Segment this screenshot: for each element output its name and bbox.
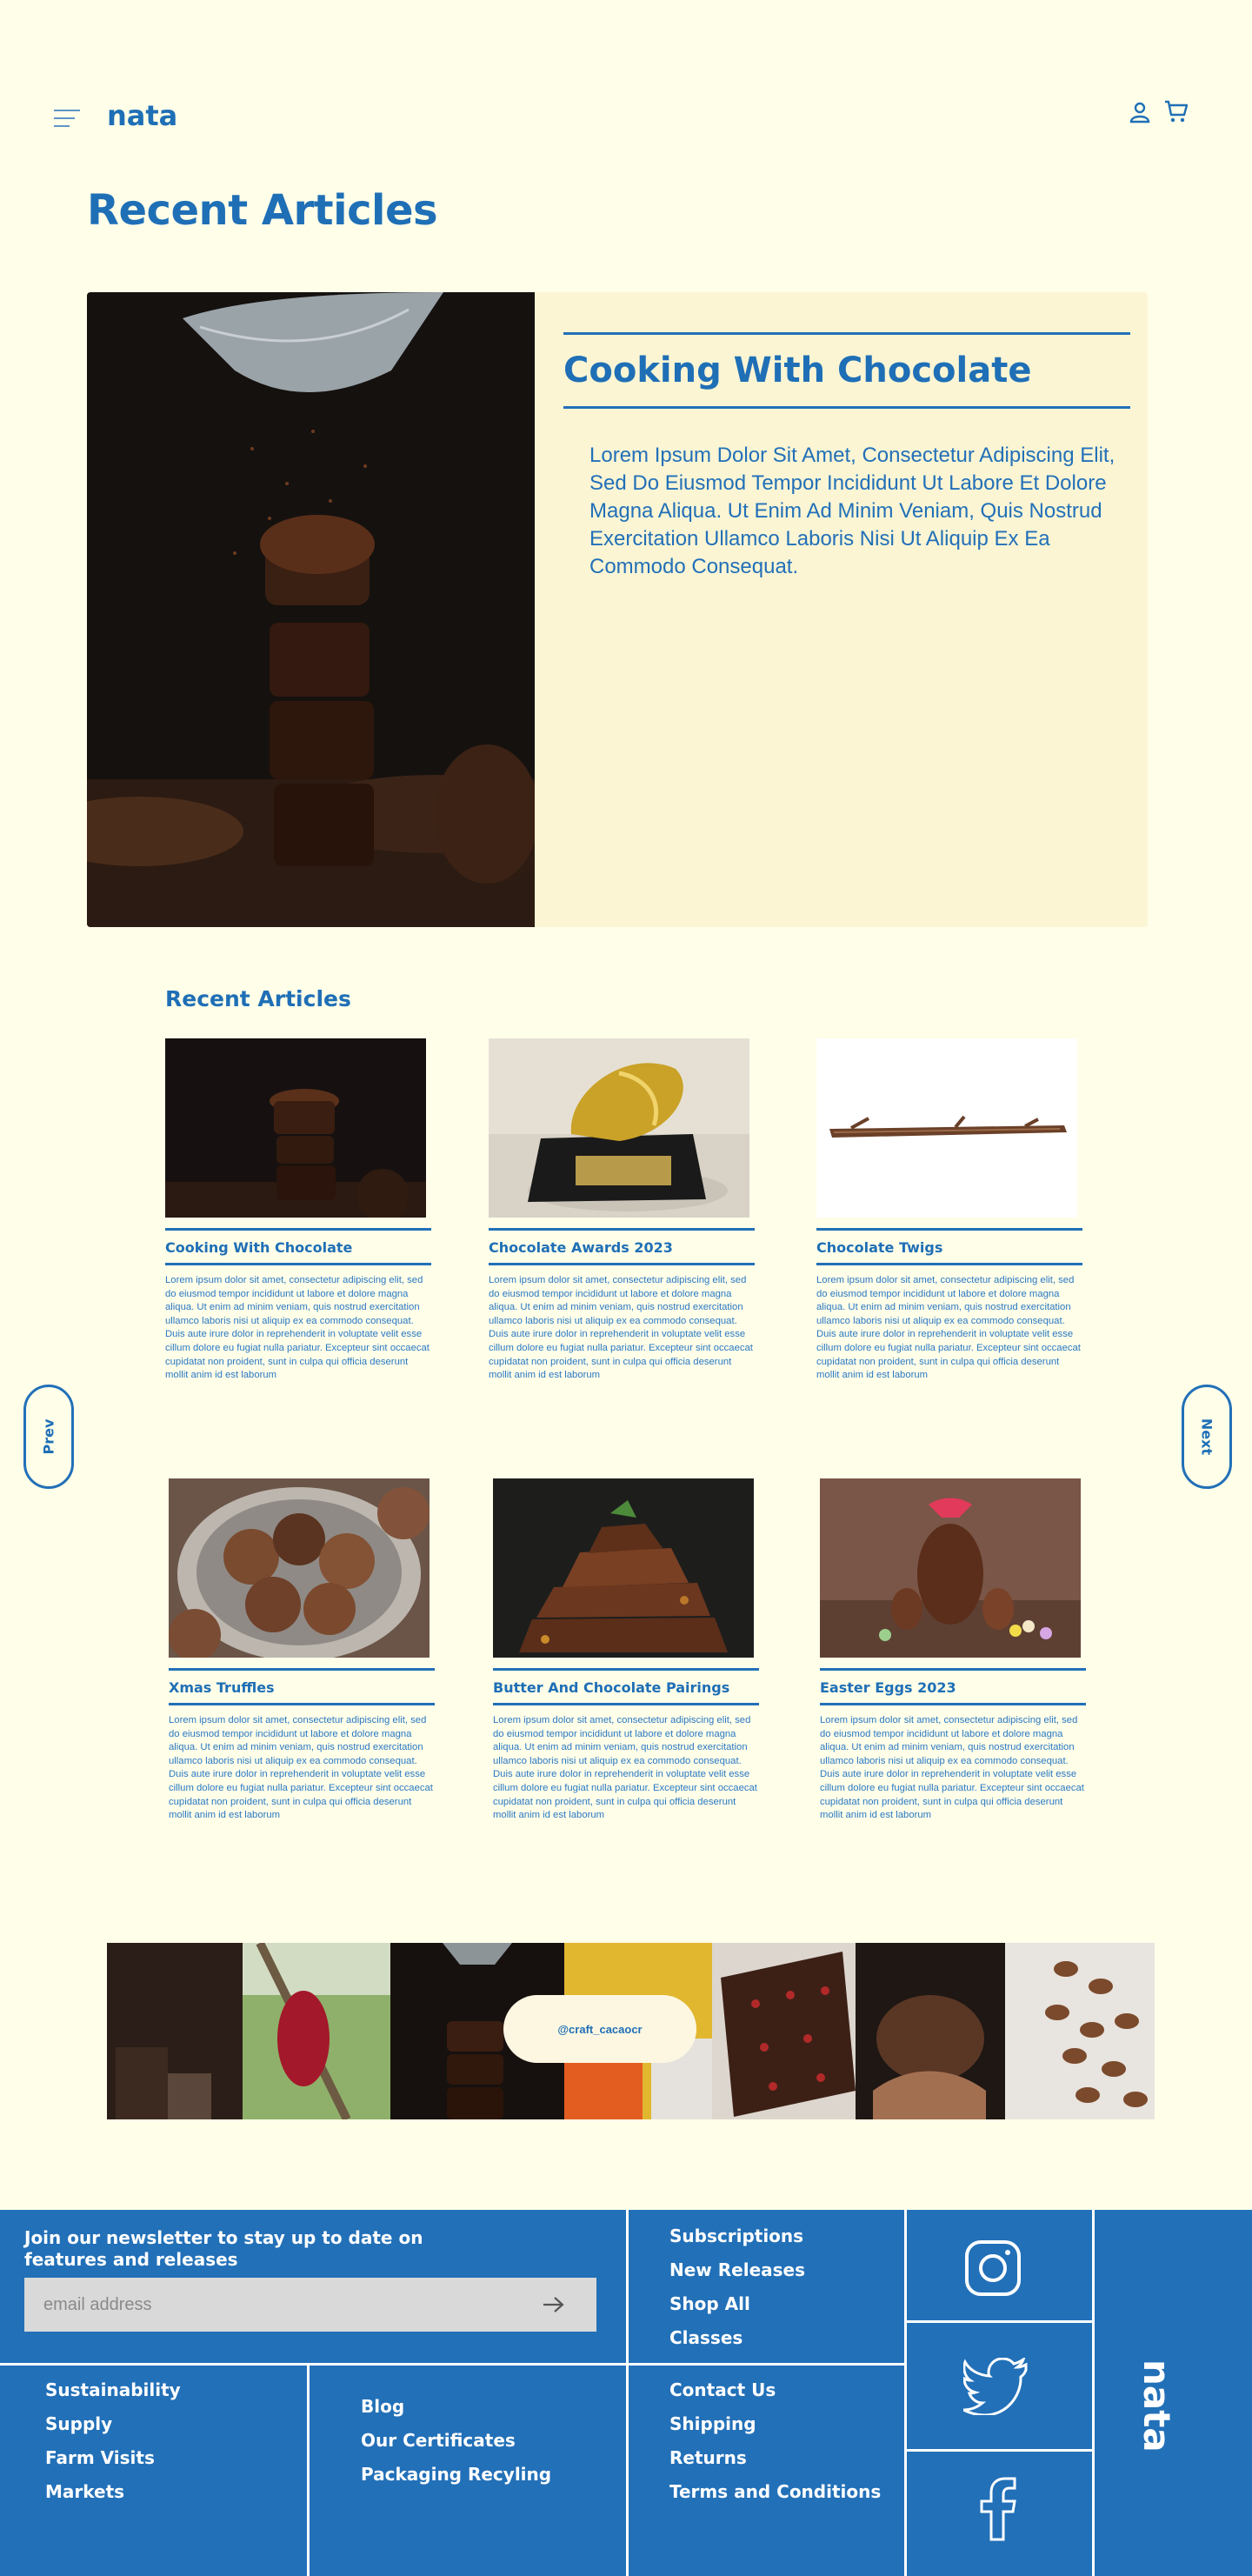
footer-link-shipping[interactable]: Shipping bbox=[669, 2413, 881, 2447]
divider bbox=[904, 2210, 907, 2576]
footer-link-new-releases[interactable]: New Releases bbox=[669, 2259, 805, 2293]
article-card-title[interactable]: Chocolate Twigs bbox=[816, 1231, 1084, 1263]
article-card[interactable]: Easter Eggs 2023 Lorem ipsum dolor sit a… bbox=[820, 1478, 1088, 1823]
menu-icon[interactable] bbox=[54, 110, 80, 129]
footer-link-contact[interactable]: Contact Us bbox=[669, 2379, 881, 2413]
footer-links-support: Contact Us Shipping Returns Terms and Co… bbox=[669, 2379, 881, 2515]
footer-links-info: Blog Our Certificates Packaging Recyling bbox=[361, 2396, 551, 2498]
divider bbox=[816, 1263, 1082, 1265]
article-card-image bbox=[820, 1478, 1081, 1658]
article-card-title[interactable]: Butter And Chocolate Pairings bbox=[493, 1671, 761, 1703]
featured-article-content: Cooking With Chocolate Lorem Ipsum Dolor… bbox=[563, 332, 1130, 581]
article-card[interactable]: Xmas Truffles Lorem ipsum dolor sit amet… bbox=[169, 1478, 436, 1823]
article-card[interactable]: Cooking With Chocolate Lorem ipsum dolor… bbox=[165, 1038, 433, 1383]
divider bbox=[165, 1263, 431, 1265]
article-card-excerpt: Lorem ipsum dolor sit amet, consectetur … bbox=[820, 1715, 1084, 1821]
featured-article[interactable]: Cooking With Chocolate Lorem Ipsum Dolor… bbox=[87, 292, 1148, 927]
divider bbox=[626, 2210, 629, 2576]
footer-links-about: Sustainability Supply Farm Visits Market… bbox=[45, 2379, 181, 2515]
article-card-title[interactable]: Chocolate Awards 2023 bbox=[489, 1231, 756, 1263]
site-footer: Join our newsletter to stay up to date o… bbox=[0, 2210, 1252, 2576]
site-header: nata bbox=[0, 0, 1252, 174]
footer-link-subscriptions[interactable]: Subscriptions bbox=[669, 2226, 805, 2259]
article-card-excerpt: Lorem ipsum dolor sit amet, consectetur … bbox=[489, 1275, 753, 1381]
divider bbox=[1092, 2210, 1095, 2576]
featured-article-title[interactable]: Cooking With Chocolate bbox=[563, 335, 1130, 406]
divider bbox=[563, 406, 1130, 409]
instagram-photo[interactable] bbox=[107, 1943, 243, 2119]
footer-link-farm-visits[interactable]: Farm Visits bbox=[45, 2447, 181, 2481]
article-card-title[interactable]: Cooking With Chocolate bbox=[165, 1231, 433, 1263]
instagram-photo[interactable] bbox=[712, 1943, 856, 2119]
prev-button[interactable]: Prev bbox=[23, 1385, 74, 1489]
instagram-photo[interactable] bbox=[856, 1943, 1005, 2119]
article-card-excerpt: Lorem ipsum dolor sit amet, consectetur … bbox=[165, 1275, 430, 1381]
divider bbox=[907, 2320, 1092, 2323]
divider bbox=[493, 1703, 759, 1705]
newsletter-heading: Join our newsletter to stay up to date o… bbox=[24, 2227, 423, 2270]
site-logo[interactable]: nata bbox=[107, 99, 177, 132]
footer-link-blog[interactable]: Blog bbox=[361, 2396, 551, 2430]
article-card-image bbox=[816, 1038, 1077, 1218]
footer-link-supply[interactable]: Supply bbox=[45, 2413, 181, 2447]
instagram-gallery: @craft_cacaocr bbox=[107, 1943, 1155, 2119]
divider bbox=[820, 1703, 1086, 1705]
article-card-title[interactable]: Xmas Truffles bbox=[169, 1671, 436, 1703]
article-card[interactable]: Butter And Chocolate Pairings Lorem ipsu… bbox=[493, 1478, 761, 1823]
instagram-photo[interactable] bbox=[243, 1943, 390, 2119]
article-card-image bbox=[493, 1478, 754, 1658]
page-title: Recent Articles bbox=[87, 186, 438, 235]
divider bbox=[307, 2363, 310, 2576]
footer-link-returns[interactable]: Returns bbox=[669, 2447, 881, 2481]
footer-link-classes[interactable]: Classes bbox=[669, 2327, 805, 2361]
divider bbox=[169, 1703, 435, 1705]
user-icon[interactable] bbox=[1129, 101, 1151, 123]
facebook-icon[interactable] bbox=[979, 2477, 1017, 2541]
divider bbox=[489, 1263, 755, 1265]
instagram-handle[interactable]: @craft_cacaocr bbox=[503, 1995, 696, 2063]
article-card-image bbox=[169, 1478, 430, 1658]
footer-link-sustainability[interactable]: Sustainability bbox=[45, 2379, 181, 2413]
article-card-image bbox=[489, 1038, 749, 1218]
twitter-icon[interactable] bbox=[963, 2358, 1029, 2415]
article-card[interactable]: Chocolate Awards 2023 Lorem ipsum dolor … bbox=[489, 1038, 756, 1383]
instagram-icon[interactable] bbox=[964, 2239, 1022, 2297]
article-card[interactable]: Chocolate Twigs Lorem ipsum dolor sit am… bbox=[816, 1038, 1084, 1383]
footer-link-terms[interactable]: Terms and Conditions bbox=[669, 2481, 881, 2515]
divider bbox=[907, 2449, 1092, 2452]
footer-link-packaging[interactable]: Packaging Recyling bbox=[361, 2464, 551, 2498]
footer-link-certificates[interactable]: Our Certificates bbox=[361, 2430, 551, 2464]
cart-icon[interactable] bbox=[1163, 99, 1189, 123]
article-card-excerpt: Lorem ipsum dolor sit amet, consectetur … bbox=[816, 1275, 1081, 1381]
recent-articles-heading: Recent Articles bbox=[165, 986, 351, 1011]
divider bbox=[0, 2363, 907, 2366]
footer-link-markets[interactable]: Markets bbox=[45, 2481, 181, 2515]
featured-article-image bbox=[87, 292, 535, 927]
footer-links-shop: Subscriptions New Releases Shop All Clas… bbox=[669, 2226, 805, 2361]
article-card-excerpt: Lorem ipsum dolor sit amet, consectetur … bbox=[493, 1715, 757, 1821]
article-card-excerpt: Lorem ipsum dolor sit amet, consectetur … bbox=[169, 1715, 433, 1821]
arrow-right-icon[interactable] bbox=[541, 2293, 567, 2316]
featured-article-body: Lorem Ipsum Dolor Sit Amet, Consectetur … bbox=[589, 444, 1115, 578]
instagram-photo[interactable] bbox=[1005, 1943, 1155, 2119]
article-card-image bbox=[165, 1038, 426, 1218]
next-button[interactable]: Next bbox=[1182, 1385, 1232, 1489]
footer-link-shop-all[interactable]: Shop All bbox=[669, 2293, 805, 2327]
article-card-title[interactable]: Easter Eggs 2023 bbox=[820, 1671, 1088, 1703]
footer-logo[interactable]: nata bbox=[1135, 2359, 1178, 2453]
email-field[interactable] bbox=[24, 2278, 596, 2332]
